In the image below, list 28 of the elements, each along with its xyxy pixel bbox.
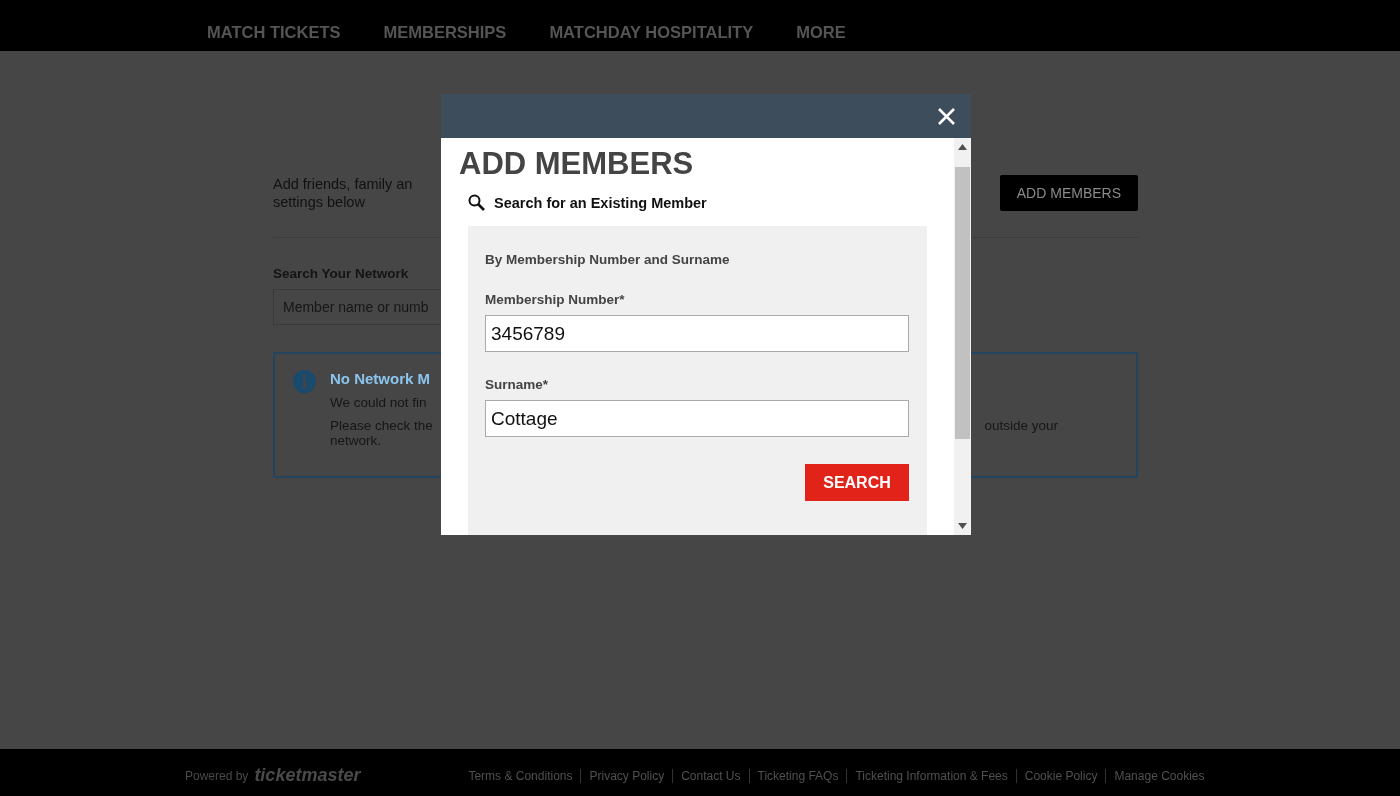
close-icon[interactable]: [938, 107, 955, 125]
info-icon: [293, 370, 316, 393]
footer-link[interactable]: Ticketing Information & Fees: [846, 768, 1016, 783]
text-input[interactable]: Cottage: [485, 400, 909, 437]
footer-link[interactable]: Contact Us: [672, 768, 749, 783]
panel-heading: By Membership Number and Surname: [485, 252, 731, 267]
search-icon: [468, 194, 485, 211]
scroll-up-icon[interactable]: [958, 144, 967, 150]
search-button[interactable]: SEARCH: [805, 464, 909, 501]
nav-link[interactable]: MATCHDAY HOSPITALITY: [549, 23, 754, 42]
notice-title: No Network M: [330, 370, 430, 387]
footer-link[interactable]: Ticketing FAQs: [748, 768, 847, 783]
field-label: Surname*: [485, 377, 550, 392]
nav-link[interactable]: MEMBERSHIPS: [383, 23, 507, 42]
nav-link[interactable]: MORE: [796, 23, 846, 42]
footer-link[interactable]: Cookie Policy: [1015, 768, 1106, 783]
scroll-down-icon[interactable]: [958, 523, 967, 529]
add-members-button[interactable]: ADD MEMBERS: [999, 175, 1138, 211]
text-input[interactable]: 3456789: [485, 315, 909, 352]
dialog-title: ADD MEMBERS: [459, 146, 695, 182]
footer-link[interactable]: Terms & Conditions: [468, 768, 581, 783]
footer-link[interactable]: Manage Cookies: [1105, 768, 1213, 783]
section-subtitle: Search for an Existing Member: [494, 194, 707, 211]
powered-by-text: Powered by: [185, 768, 249, 783]
nav-link[interactable]: MATCH TICKETS: [207, 23, 341, 42]
scrollbar[interactable]: [954, 138, 971, 535]
brand-logo: ticketmaster: [254, 765, 361, 786]
footer-link[interactable]: Privacy Policy: [580, 768, 673, 783]
